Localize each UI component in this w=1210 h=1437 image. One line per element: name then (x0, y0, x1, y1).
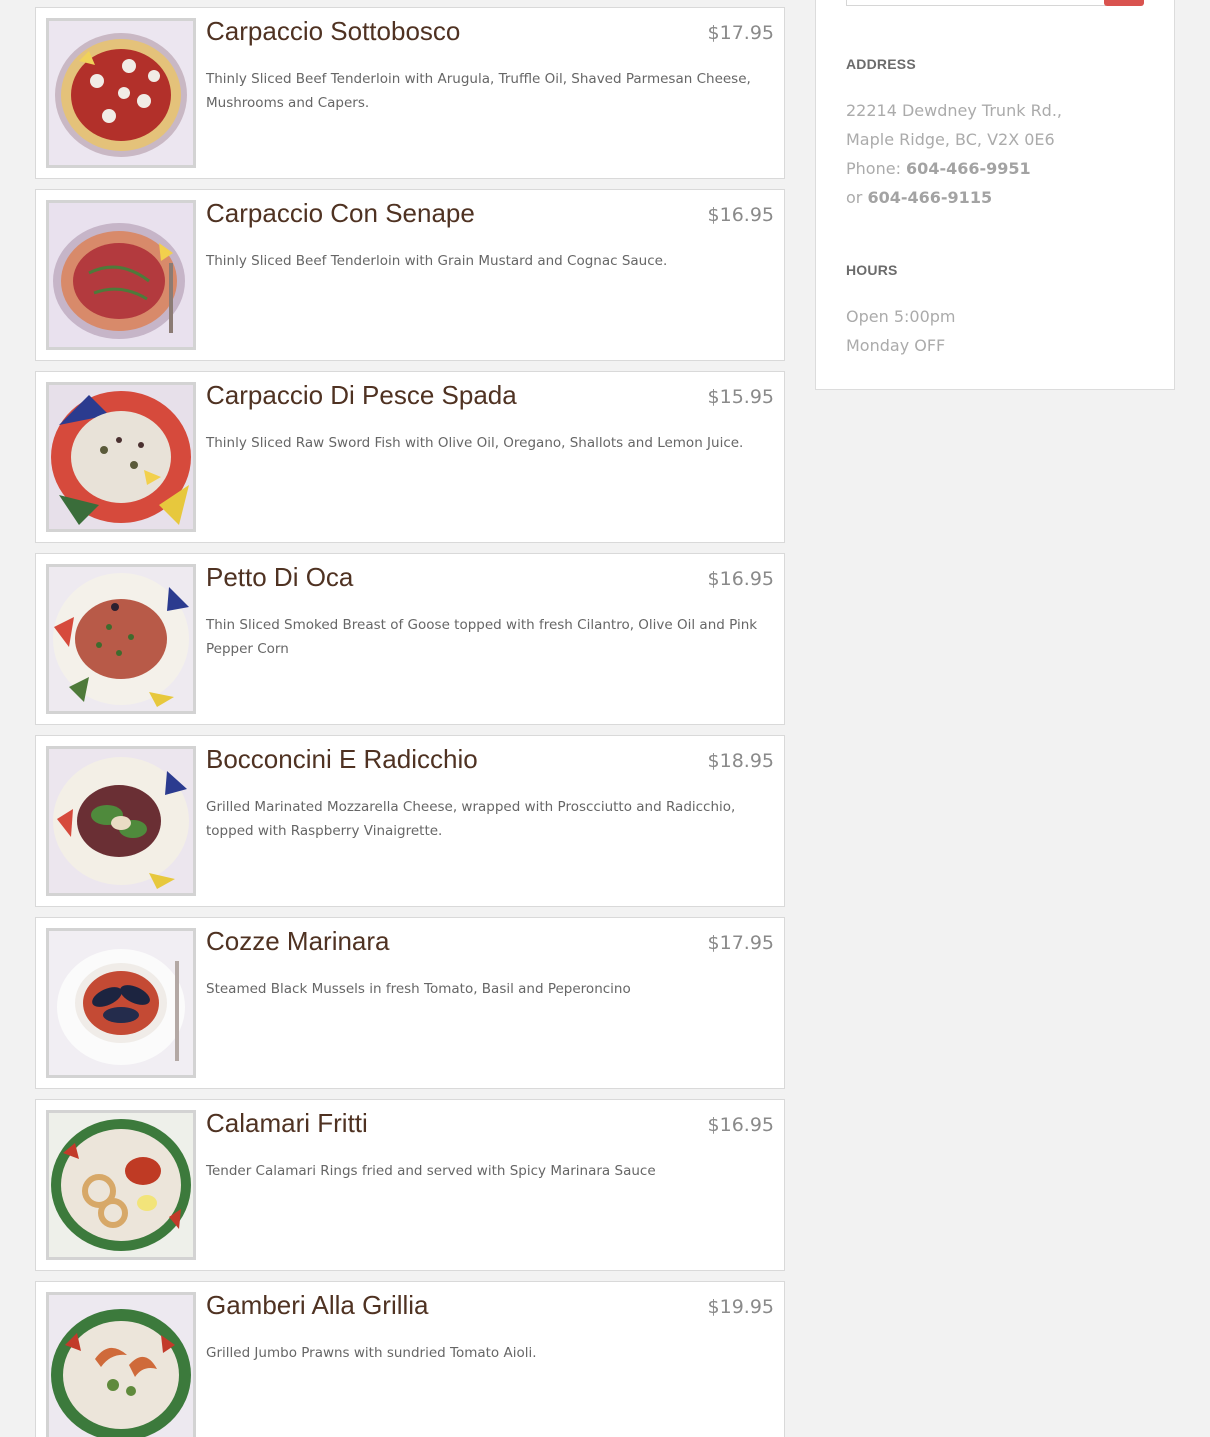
address-block: 22214 Dewdney Trunk Rd., Maple Ridge, BC… (846, 96, 1062, 212)
dish-price: $16.95 (707, 204, 774, 226)
dish-price: $19.95 (707, 1296, 774, 1318)
menu-item: Carpaccio Di Pesce Spada $15.95 Thinly S… (35, 371, 785, 543)
menu-item: Cozze Marinara $17.95 Steamed Black Muss… (35, 917, 785, 1089)
menu-item: Carpaccio Con Senape $16.95 Thinly Slice… (35, 189, 785, 361)
dish-photo[interactable] (46, 200, 196, 350)
dish-price: $16.95 (707, 1114, 774, 1136)
dish-price: $17.95 (707, 932, 774, 954)
hours-block: Open 5:00pm Monday OFF (846, 302, 956, 360)
search-button[interactable] (1104, 0, 1144, 6)
hours-line-2: Monday OFF (846, 336, 946, 355)
dish-title: Carpaccio Con Senape (206, 198, 475, 228)
dish-description: Steamed Black Mussels in fresh Tomato, B… (206, 981, 631, 997)
phone-primary-link[interactable]: 604-466-9951 (906, 159, 1031, 178)
dish-price: $17.95 (707, 22, 774, 44)
phone-line: Phone: 604-466-9951 (846, 154, 1062, 183)
dish-title: Carpaccio Sottobosco (206, 16, 461, 46)
menu-item: Petto Di Oca $16.95 Thin Sliced Smoked B… (35, 553, 785, 725)
dish-price: $16.95 (707, 568, 774, 590)
dish-photo[interactable] (46, 382, 196, 532)
dish-title: Cozze Marinara (206, 926, 390, 956)
dish-title: Carpaccio Di Pesce Spada (206, 380, 517, 410)
dish-photo[interactable] (46, 564, 196, 714)
dish-photo[interactable] (46, 1292, 196, 1437)
dish-description: Tender Calamari Rings fried and served w… (206, 1163, 656, 1179)
dish-title: Gamberi Alla Grillia (206, 1290, 429, 1320)
dish-description: Thin Sliced Smoked Breast of Goose toppe… (206, 617, 758, 657)
dish-title: Calamari Fritti (206, 1108, 368, 1138)
address-heading: ADDRESS (846, 56, 916, 72)
menu-list: Carpaccio Sottobosco $17.95 Thinly Slice… (35, 7, 785, 1437)
dish-photo[interactable] (46, 928, 196, 1078)
dish-description: Grilled Marinated Mozzarella Cheese, wra… (206, 799, 736, 839)
search-input[interactable] (846, 0, 1106, 6)
dish-photo[interactable] (46, 1110, 196, 1260)
hours-heading: HOURS (846, 262, 898, 278)
dish-photo[interactable] (46, 18, 196, 168)
phone-label: Phone: (846, 159, 901, 178)
dish-description: Thinly Sliced Raw Sword Fish with Olive … (206, 435, 744, 451)
phone-secondary-link[interactable]: 604-466-9115 (867, 188, 992, 207)
dish-description: Thinly Sliced Beef Tenderloin with Arugu… (206, 71, 751, 111)
menu-item: Calamari Fritti $16.95 Tender Calamari R… (35, 1099, 785, 1271)
hours-line-1: Open 5:00pm (846, 307, 956, 326)
dish-price: $15.95 (707, 386, 774, 408)
address-line-2: Maple Ridge, BC, V2X 0E6 (846, 130, 1055, 149)
dish-description: Grilled Jumbo Prawns with sundried Tomat… (206, 1345, 537, 1361)
dish-title: Bocconcini E Radicchio (206, 744, 478, 774)
address-line-1: 22214 Dewdney Trunk Rd., (846, 101, 1063, 120)
dish-description: Thinly Sliced Beef Tenderloin with Grain… (206, 253, 668, 269)
menu-page: Carpaccio Sottobosco $17.95 Thinly Slice… (0, 0, 1210, 1437)
dish-price: $18.95 (707, 750, 774, 772)
dish-photo[interactable] (46, 746, 196, 896)
dish-title: Petto Di Oca (206, 562, 354, 592)
phone-or-label: or (846, 188, 863, 207)
menu-item: Gamberi Alla Grillia $19.95 Grilled Jumb… (35, 1281, 785, 1437)
sidebar: ADDRESS 22214 Dewdney Trunk Rd., Maple R… (815, 0, 1175, 390)
menu-item: Bocconcini E Radicchio $18.95 Grilled Ma… (35, 735, 785, 907)
phone-alt-line: or 604-466-9115 (846, 183, 1062, 212)
menu-item: Carpaccio Sottobosco $17.95 Thinly Slice… (35, 7, 785, 179)
